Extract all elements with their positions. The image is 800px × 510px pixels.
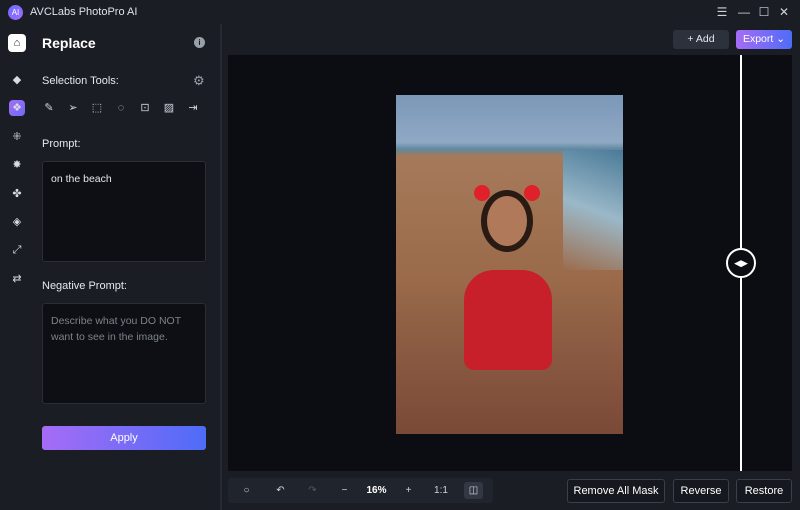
photo-preview — [396, 95, 623, 434]
replace-icon[interactable]: ❖ — [9, 100, 25, 116]
panel-divider[interactable] — [220, 24, 222, 510]
zoom-out-icon[interactable]: − — [336, 482, 353, 499]
brush-icon[interactable]: ✎ — [42, 101, 56, 115]
tool-rail: ⌂ ◆ ❖ ⁜ ✸ ✤ ◈ ⤢ ⇄ — [0, 24, 32, 510]
pattern-select-icon[interactable]: ▨ — [162, 101, 176, 115]
hair-bow — [524, 185, 540, 201]
redo-icon[interactable]: ↷ — [304, 482, 321, 499]
settings-gear-icon[interactable]: ⚙ — [193, 73, 205, 89]
selection-tools-label: Selection Tools: — [42, 75, 119, 87]
ellipse-select-icon[interactable]: ◌ — [114, 101, 128, 115]
export-button[interactable]: Export ⌄ — [736, 30, 792, 49]
import-mask-icon[interactable]: ⇥ — [186, 101, 200, 115]
rectangle-select-icon[interactable]: ⬚ — [90, 101, 104, 115]
close-button[interactable]: ✕ — [775, 4, 793, 20]
app-logo: AI — [8, 5, 23, 20]
prompt-input[interactable]: on the beach — [42, 161, 206, 262]
girl-body — [464, 270, 552, 370]
compare-slider-handle[interactable]: ◀▶ — [726, 248, 756, 278]
reverse-button[interactable]: Reverse — [673, 479, 729, 503]
upscale-icon[interactable]: ⤢ — [9, 242, 25, 258]
fan-icon[interactable]: ✤ — [9, 186, 25, 202]
remove-all-mask-button[interactable]: Remove All Mask — [567, 479, 665, 503]
add-button[interactable]: + Add — [673, 30, 729, 49]
reset-view-icon[interactable]: ○ — [238, 482, 255, 499]
colorize-icon[interactable]: ◈ — [9, 214, 25, 230]
enhance-icon[interactable]: ⁜ — [9, 129, 25, 145]
zoom-in-icon[interactable]: + — [400, 482, 417, 499]
panel-title: Replace — [42, 35, 96, 51]
undo-icon[interactable]: ↶ — [272, 482, 289, 499]
minimize-button[interactable]: — — [735, 4, 753, 20]
portrait-select-icon[interactable]: ⊡ — [138, 101, 152, 115]
compare-view-icon[interactable]: ◫ — [464, 482, 483, 499]
pointer-icon[interactable]: ➢ — [66, 101, 80, 115]
eraser-icon[interactable]: ◆ — [9, 72, 25, 88]
sea-area — [563, 150, 623, 270]
prompt-label: Prompt: — [42, 138, 81, 150]
background-icon[interactable]: ✸ — [9, 157, 25, 173]
adjust-icon[interactable]: ⇄ — [9, 271, 25, 287]
zoom-level: 16% — [366, 485, 387, 496]
app-title: AVCLabs PhotoPro AI — [30, 6, 138, 18]
menu-icon[interactable]: ☰ — [713, 4, 731, 20]
maximize-button[interactable]: ☐ — [755, 4, 773, 20]
apply-button[interactable]: Apply — [42, 426, 206, 450]
replace-panel: Replace i Selection Tools: ⚙ ✎ ➢ ⬚ ◌ ⊡ ▨ ⇥ Pro… — [32, 24, 220, 510]
actual-size-button[interactable]: 1:1 — [431, 482, 451, 499]
restore-button[interactable]: Restore — [736, 479, 792, 503]
negative-prompt-label: Negative Prompt: — [42, 280, 127, 292]
view-toolbar: ○ ↶ ↷ − 16% + 1:1 ◫ — [228, 478, 493, 503]
negative-prompt-input[interactable]: Describe what you DO NOT want to see in … — [42, 303, 206, 404]
girl-head — [481, 190, 533, 252]
info-icon[interactable]: i — [194, 37, 205, 48]
home-icon[interactable]: ⌂ — [8, 34, 26, 52]
